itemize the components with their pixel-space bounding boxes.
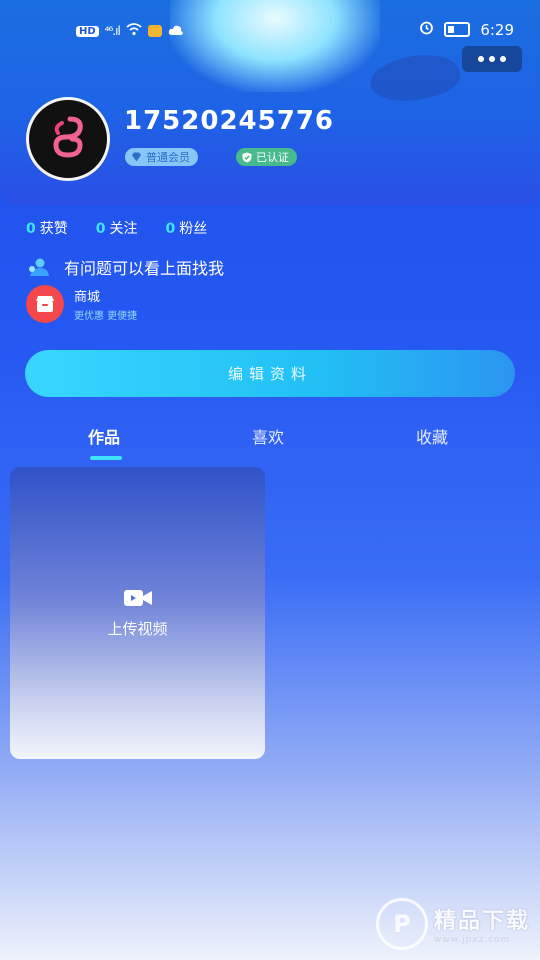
stat-followers[interactable]: 0 粉丝 xyxy=(166,218,208,238)
stat-likes[interactable]: 0 获赞 xyxy=(26,218,68,238)
edit-profile-button[interactable]: 编辑资料 xyxy=(25,350,515,397)
upload-video-label: 上传视频 xyxy=(107,619,168,638)
clock-time: 6:29 xyxy=(480,20,514,39)
whale-decoration xyxy=(366,47,464,109)
shop-icon xyxy=(26,285,64,323)
watermark-url: www.jpxz.com xyxy=(433,935,511,945)
verified-badge: 已认证 xyxy=(236,148,297,166)
shield-check-icon xyxy=(242,152,252,162)
status-bar: HD ⁴⁶.ıl 6:29 xyxy=(0,18,540,44)
content-tabs: 作品 喜欢 收藏 xyxy=(0,424,540,464)
tab-likes[interactable]: 喜欢 xyxy=(252,424,284,448)
app-notification-icon xyxy=(147,25,162,37)
watermark-logo-icon: P xyxy=(375,898,428,950)
stat-following[interactable]: 0 关注 xyxy=(96,218,138,238)
help-text: 有问题可以看上面找我 xyxy=(64,259,225,278)
help-row[interactable]: 有问题可以看上面找我 xyxy=(26,255,224,279)
stat-count: 0 xyxy=(95,221,106,237)
signal-icon: ⁴⁶.ıl xyxy=(104,24,121,38)
shop-title: 商城 xyxy=(74,290,101,305)
watermark: P 精品下载 www.jpxz.com xyxy=(375,898,530,950)
member-badge-label: 普通会员 xyxy=(146,151,190,164)
shop-entry[interactable]: 商城 更优惠 更便捷 xyxy=(26,285,137,323)
upload-video-card[interactable]: 上传视频 xyxy=(10,467,265,759)
username: 17520245776 xyxy=(124,106,334,136)
active-tab-indicator xyxy=(90,456,122,460)
network-badge: HD xyxy=(76,25,99,37)
cloud-icon xyxy=(168,22,184,40)
tab-works[interactable]: 作品 xyxy=(88,424,120,448)
shop-subtitle: 更优惠 更便捷 xyxy=(74,311,138,322)
stats-row: 0 获赞 0 关注 0 粉丝 xyxy=(26,218,207,238)
avatar[interactable] xyxy=(26,97,110,181)
stat-label: 粉丝 xyxy=(179,221,208,237)
more-options-button[interactable] xyxy=(462,46,522,72)
tab-favorites[interactable]: 收藏 xyxy=(416,424,448,448)
alarm-icon xyxy=(419,20,434,39)
diamond-icon xyxy=(132,152,141,162)
member-badge: 普通会员 xyxy=(125,148,198,166)
more-dot-icon xyxy=(500,56,506,62)
stat-count: 0 xyxy=(165,221,176,237)
iceberg-decoration xyxy=(170,0,380,92)
stat-label: 获赞 xyxy=(39,221,68,237)
help-user-icon xyxy=(29,258,49,276)
video-camera-icon xyxy=(123,589,152,606)
stat-label: 关注 xyxy=(109,221,138,237)
stat-count: 0 xyxy=(26,221,36,237)
wifi-icon xyxy=(126,22,142,40)
more-dot-icon xyxy=(478,56,484,62)
verified-badge-label: 已认证 xyxy=(256,151,289,164)
battery-icon xyxy=(444,22,471,37)
more-dot-icon xyxy=(489,56,495,62)
app-logo-icon xyxy=(53,116,83,158)
watermark-text: 精品下载 xyxy=(433,909,530,934)
